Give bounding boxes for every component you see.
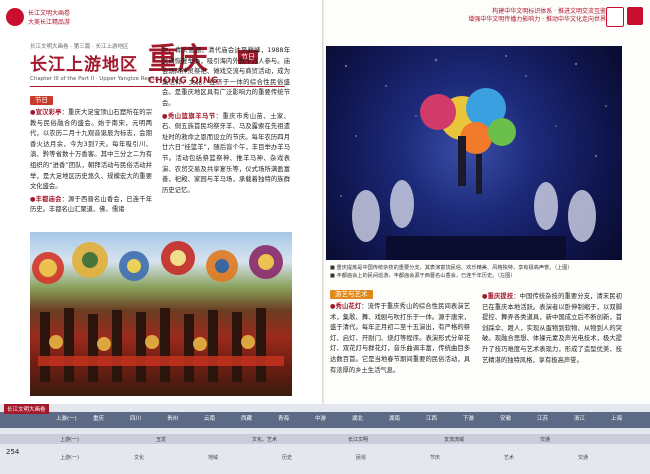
section-tag-festival: 节日 bbox=[30, 96, 53, 105]
timeline-item-13: 江苏 bbox=[537, 416, 549, 422]
paragraph-head: ●秀山花灯 bbox=[330, 303, 362, 310]
series-badge-icon bbox=[606, 7, 624, 27]
timeline-bottom-item-3: 历史 bbox=[282, 455, 293, 461]
timeline-subitem-5: 交通 bbox=[540, 437, 551, 443]
timeline-bottom-item-5: 节庆 bbox=[430, 455, 441, 461]
timeline-item-8: 湖北 bbox=[352, 416, 364, 422]
header-left-line1: 长江文明大画卷 bbox=[28, 10, 71, 17]
header-right-line2: 增强中华文明传播力影响力 · 推动中华文化走向世界 bbox=[468, 16, 606, 23]
timeline-subband bbox=[0, 434, 650, 444]
series-header-right: 构建中华文明标识体系 · 推进文明交流互鉴 增强中华文明传播力影响力 · 推动中… bbox=[468, 8, 606, 24]
book-spread: 长江文明大画卷 大美长江精品游 长江文明大画卷 · 第三篇 · 长江上游地区 长… bbox=[0, 0, 650, 474]
paragraph-6: ●重庆提技：中国传统杂技的重要分支，清末民初已在重庆本地活跃。表演者以卧伸制缩于… bbox=[482, 293, 623, 364]
timeline-item-1: 重庆 bbox=[93, 416, 105, 422]
title-en: Chapter III of the Part II · Upper Yangt… bbox=[30, 76, 160, 82]
timeline-item-11: 下游 bbox=[463, 416, 475, 422]
timeline-item-2: 四川 bbox=[130, 416, 142, 422]
timeline-bottom-item-0: 上游(一) bbox=[60, 455, 79, 461]
timeline-item-7: 中游 bbox=[315, 416, 327, 422]
paragraph-5: ●秀山花灯：流传于重庆秀山的综合性民间表演艺术，集歌、舞、戏剧与吹打乐于一体。源… bbox=[330, 303, 471, 374]
paragraph-head: ●秀山篮旗羊马节 bbox=[162, 112, 216, 120]
series-logo-icon bbox=[6, 8, 24, 26]
paragraph-body: 流传于重庆秀山的综合性民间表演艺术，集歌、舞、戏剧与吹打乐于一体。源于唐宋，盛于… bbox=[330, 303, 471, 374]
timeline-bottom-item-1: 文化 bbox=[134, 455, 145, 461]
paragraph-3: 中、青头善题。清代庙会达至巅峰，1988年民间恢复举办，吸引海内外数十万人参与。… bbox=[162, 46, 290, 110]
photo-caption: ■ 重庆提炼是中国传统杂技的重要分支，其表演富饶民俗、欢乐精美、风格独特，享有极… bbox=[330, 264, 622, 280]
timeline-item-0: 上游(一) bbox=[56, 416, 77, 422]
timeline-bottom-item-4: 民俗 bbox=[356, 455, 367, 461]
timeline-subitem-4: 支流流域 bbox=[444, 437, 465, 443]
series-header-left: 长江文明大画卷 大美长江精品游 bbox=[6, 6, 126, 30]
paragraph-head: ●丰都庙会 bbox=[30, 195, 62, 203]
timeline-left-label: 长江文明大画卷 bbox=[4, 404, 49, 414]
timeline-bottom-item-2: 地域 bbox=[208, 455, 219, 461]
caption-line-2: ■ 丰都庙会上的民间巡游，丰都庙会源于西晋名山香会，已连千年历史。（左图） bbox=[330, 273, 516, 279]
acrobatics-show-photo bbox=[326, 46, 622, 260]
timeline-item-5: 西藏 bbox=[241, 416, 253, 422]
header-left-line2: 大美长江精品游 bbox=[28, 19, 71, 26]
festival-photo-illustration bbox=[32, 241, 284, 382]
paragraph-head: ●重庆提技 bbox=[482, 293, 514, 300]
timeline-footer: 上游(一) 重庆 四川 贵州 云南 西藏 青海 中游 湖北 湖南 江西 下游 安徽 江苏 浙江 上海 上游(一… bbox=[0, 404, 650, 474]
right-column-2: ●重庆提技：中国传统杂技的重要分支，清末民初已在重庆本地活跃。表演者以卧伸制缩于… bbox=[482, 292, 622, 368]
timeline-item-14: 浙江 bbox=[574, 416, 586, 422]
page-number: 254 bbox=[6, 448, 20, 456]
right-column-1: 游艺与艺术 ●秀山花灯：流传于重庆秀山的综合性民间表演艺术，集歌、舞、戏剧与吹打… bbox=[330, 290, 470, 378]
timeline-subitem-0: 上游(一) bbox=[60, 437, 79, 443]
timeline-bottom-item-6: 艺术 bbox=[504, 455, 515, 461]
paragraph-2: ●丰都庙会：源于西晋名山香会，已连千年历史。丰都名山汇聚道、佛、儒诸 bbox=[30, 195, 153, 214]
timeline-item-3: 贵州 bbox=[167, 416, 179, 422]
paragraph-head: ●宣汉彩亭 bbox=[30, 109, 62, 116]
timeline-item-10: 江西 bbox=[426, 416, 438, 422]
festival-parade-photo bbox=[30, 232, 292, 396]
acrobatics-photo-illustration bbox=[340, 55, 607, 260]
section-tag-arts: 游艺与艺术 bbox=[330, 290, 373, 299]
title-small: 长江文明大画卷 · 第三篇 · 长江上游地区 bbox=[30, 44, 129, 50]
timeline-bottom-item-7: 交通 bbox=[578, 455, 589, 461]
title-region: 长江上游地区 bbox=[30, 55, 138, 75]
paragraph-4: ●秀山篮旗羊马节：重庆市秀山苗、土家、石、侗五族首民均祭牙羊、马及露索在先祖遗址… bbox=[162, 112, 291, 194]
paragraph-1: ●宣汉彩亭：重庆大足宝顶山石窟所在的宗教与民俗融合的盛会。始于南宋，元明两代，以… bbox=[30, 109, 153, 191]
timeline-item-6: 青海 bbox=[278, 416, 290, 422]
paragraph-body: 重庆市秀山苗、土家、石、侗五族首民均祭牙羊、马及露索在先祖遗址时的救命之恩而设立… bbox=[162, 112, 291, 194]
timeline-subitem-2: 文化、艺术 bbox=[252, 437, 278, 443]
paragraph-body: 中、青头善题。清代庙会达至巅峰，1988年民间恢复举办，吸引海内外数十万人参与。… bbox=[162, 47, 290, 107]
timeline-item-9: 湖南 bbox=[389, 416, 401, 422]
timeline-item-12: 安徽 bbox=[500, 416, 512, 422]
left-column-2: 中、青头善题。清代庙会达至巅峰，1988年民间恢复举办，吸引海内外数十万人参与。… bbox=[162, 46, 290, 198]
timeline-subitem-3: 长江文明 bbox=[348, 437, 369, 443]
paragraph-body: 重庆大足宝顶山石窟所在的宗教与民俗融合的盛会。始于南宋，元明两代，以农历二月十九… bbox=[30, 109, 153, 191]
timeline-subitem-1: 玉龙 bbox=[156, 437, 167, 443]
caption-line-1: ■ 重庆提炼是中国传统杂技的重要分支，其表演富饶民俗、欢乐精美、风格独特，享有极… bbox=[330, 265, 573, 271]
header-right-line1: 构建中华文明标识体系 · 推进文明交流互鉴 bbox=[492, 8, 606, 15]
left-column-1: 节日 ●宣汉彩亭：重庆大足宝顶山石窟所在的宗教与民俗融合的盛会。始于南宋，元明两… bbox=[30, 96, 152, 218]
paragraph-body: 中国传统杂技的重要分支，清末民初已在重庆本地活跃。表演者以卧伸制缩于，以双脚提控… bbox=[482, 293, 623, 364]
timeline-item-15: 上海 bbox=[611, 416, 623, 422]
timeline-item-4: 云南 bbox=[204, 416, 216, 422]
left-page: 长江文明大画卷 大美长江精品游 长江文明大画卷 · 第三篇 · 长江上游地区 长… bbox=[0, 0, 322, 474]
flag-badge-icon bbox=[627, 7, 643, 25]
